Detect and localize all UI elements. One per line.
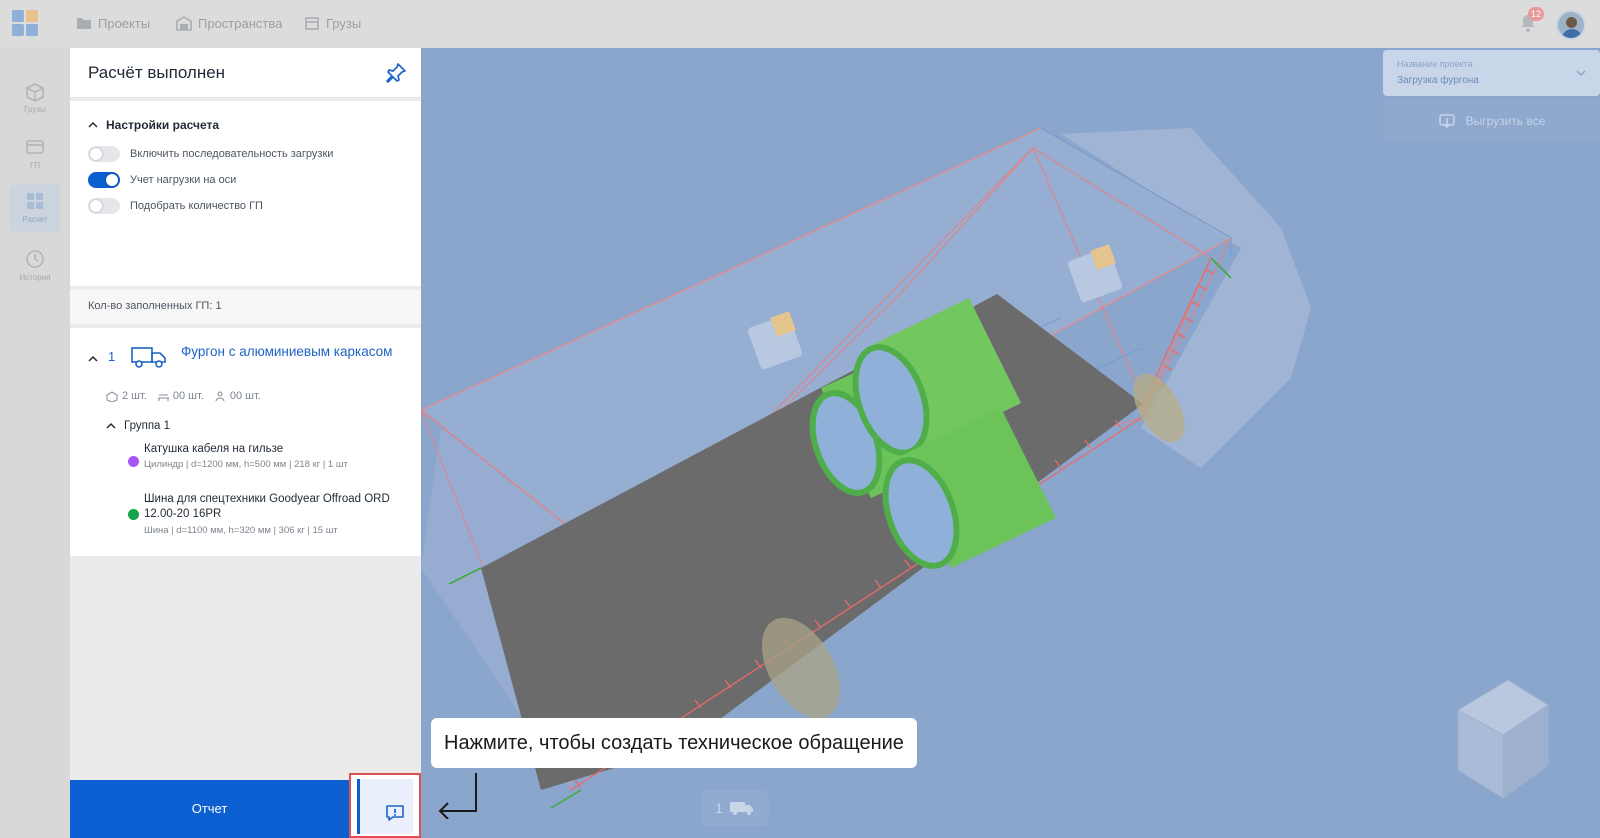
- rail-item-history[interactable]: История: [10, 242, 60, 290]
- toggle-row-vehicle-count: Подобрать количество ГП: [88, 198, 263, 214]
- cargo-desc: Цилиндр | d=1200 мм, h=500 мм | 218 кг |…: [144, 459, 348, 470]
- notification-badge: 12: [1528, 7, 1544, 21]
- rail-item-spaces[interactable]: ГП: [10, 130, 60, 178]
- truck-chip-count: 1: [715, 800, 723, 816]
- toggle-row-loading-sequence: Включить последовательность загрузки: [88, 146, 333, 162]
- cargo-icon: [26, 83, 44, 102]
- toggle-row-axle-load: Учет нагрузки на оси: [88, 172, 236, 188]
- vehicle-count-toggle[interactable]: [88, 198, 120, 214]
- settings-section: Настройки расчета Включить последователь…: [70, 101, 421, 286]
- user-avatar[interactable]: [1556, 10, 1586, 40]
- calculation-panel: Расчёт выполнен Настройки расчета Включи…: [70, 48, 421, 838]
- axle-load-toggle[interactable]: [88, 172, 120, 188]
- box-icon: [305, 17, 319, 30]
- warehouse-icon: [176, 16, 192, 31]
- filled-count-box: Кол-во заполненных ГП: 1: [70, 290, 421, 324]
- stat-pallets: 00 шт.: [157, 390, 204, 402]
- create-issue-button[interactable]: [349, 773, 421, 838]
- left-rail: Грузы ГП Расчет История: [0, 48, 70, 838]
- truck-space-icon: [26, 140, 44, 154]
- settings-title: Настройки расчета: [106, 118, 220, 132]
- unload-all-button[interactable]: Выгрузить все: [1383, 100, 1600, 142]
- truck-icon: [729, 802, 753, 815]
- settings-toggle-header[interactable]: Настройки расчета: [88, 118, 219, 132]
- stat-other: 00 шт.: [214, 390, 261, 402]
- cargo-desc: Шина | d=1100 мм, h=320 мм | 306 кг | 15…: [144, 525, 338, 536]
- rail-item-calculation[interactable]: Расчет: [10, 184, 60, 232]
- vehicle-number: 1: [108, 349, 116, 364]
- unload-all-label: Выгрузить все: [1465, 114, 1546, 128]
- cargo-name: Шина для спецтехники Goodyear Offroad OR…: [144, 493, 390, 520]
- cargo-name: Катушка кабеля на гильзе: [144, 443, 284, 455]
- nav-cargo[interactable]: Грузы: [304, 15, 361, 31]
- view-cube[interactable]: [1448, 680, 1558, 800]
- group-title: Группа 1: [124, 420, 171, 432]
- top-bar: Проекты Пространства Грузы 12: [0, 0, 1600, 48]
- panel-title: Расчёт выполнен: [88, 63, 226, 82]
- toggle-label: Подобрать количество ГП: [130, 200, 263, 212]
- toggle-label: Учет нагрузки на оси: [130, 174, 237, 186]
- vehicle-name-link[interactable]: Фургон с алюминиевым каркасом: [181, 341, 401, 362]
- pallet-icon: [157, 393, 169, 401]
- project-select-value: Загрузка фургона: [1397, 75, 1479, 86]
- stat-cargo: 2 шт.: [106, 390, 147, 402]
- cubes-icon: [106, 390, 118, 402]
- report-button[interactable]: Отчет: [70, 780, 349, 838]
- loading-sequence-toggle[interactable]: [88, 146, 120, 162]
- color-dot: [128, 456, 139, 467]
- pin-icon[interactable]: [385, 62, 407, 84]
- filled-count-text: Кол-во заполненных ГП: 1: [88, 300, 222, 312]
- rail-item-cargo[interactable]: Грузы: [10, 74, 60, 122]
- grid-icon: [27, 193, 43, 209]
- vehicle-stats: 2 шт. 00 шт. 00 шт.: [106, 390, 261, 402]
- project-select[interactable]: Название проекта Загрузка фургона: [1383, 50, 1600, 96]
- vehicle-card: 1 Фургон с алюминиевым каркасом 2 шт. 00…: [70, 328, 421, 556]
- project-select-label: Название проекта: [1397, 59, 1473, 69]
- folder-icon: [77, 18, 91, 29]
- color-dot: [128, 509, 139, 520]
- nav-spaces[interactable]: Пространства: [176, 15, 282, 31]
- group-header[interactable]: Группа 1: [106, 420, 170, 432]
- truck-selector-chip[interactable]: 1: [701, 790, 769, 826]
- toggle-label: Включить последовательность загрузки: [130, 148, 334, 160]
- alert-message-icon: [386, 805, 404, 821]
- chevron-up-icon: [88, 121, 98, 128]
- issue-tooltip: Нажмите, чтобы создать техническое обращ…: [431, 718, 917, 768]
- chevron-down-icon: [1576, 70, 1586, 77]
- chevron-up-icon[interactable]: [88, 354, 98, 364]
- panel-header: Расчёт выполнен: [70, 48, 421, 98]
- clock-icon: [26, 250, 44, 268]
- pointer-arrow-icon: [438, 773, 477, 819]
- nav-projects[interactable]: Проекты: [76, 15, 150, 31]
- app-logo[interactable]: [12, 10, 40, 38]
- person-cart-icon: [215, 390, 225, 401]
- unload-icon: [1438, 114, 1455, 129]
- chevron-up-icon: [106, 422, 116, 429]
- truck-icon: [131, 347, 166, 368]
